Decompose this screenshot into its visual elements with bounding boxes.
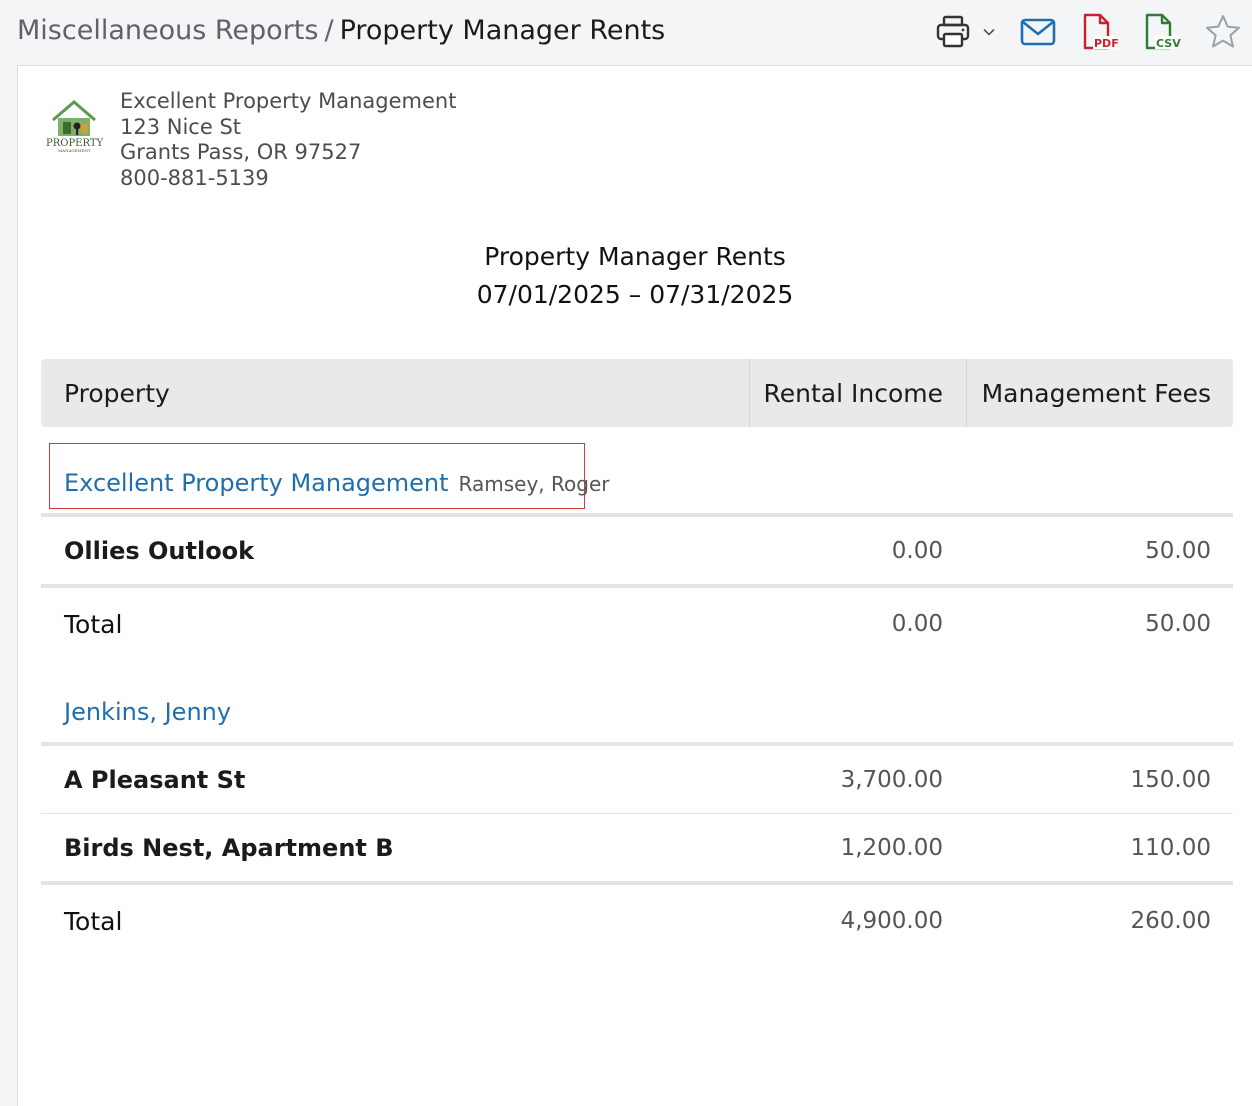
company-address-line1: 123 Nice St	[120, 114, 242, 139]
page-title: Property Manager Rents	[339, 15, 666, 46]
email-button[interactable]	[1020, 10, 1056, 54]
management-fees-value: 50.00	[1145, 537, 1211, 564]
star-icon	[1204, 13, 1242, 51]
csv-export-button[interactable]: CSV	[1142, 10, 1182, 54]
group-header: Excellent Property Management Ramsey, Rog…	[41, 427, 1233, 513]
total-management-fees: 260.00	[1130, 908, 1211, 934]
print-button[interactable]	[935, 10, 971, 54]
print-options-dropdown[interactable]	[982, 10, 996, 54]
rental-income-value: 3,700.00	[840, 766, 943, 793]
total-label: Total	[64, 906, 123, 936]
email-icon	[1020, 17, 1056, 47]
chevron-down-icon	[982, 25, 996, 39]
csv-icon-label: CSV	[1156, 37, 1181, 50]
column-header-property[interactable]: Property	[64, 359, 170, 427]
report-date-range: 07/01/2025 – 07/31/2025	[476, 280, 794, 309]
column-header-management-fees[interactable]: Management Fees	[966, 359, 1233, 427]
company-logo: PROPERTY MANAGEMENT	[43, 96, 105, 158]
total-management-fees: 50.00	[1145, 611, 1211, 637]
csv-icon: CSV	[1142, 12, 1182, 52]
property-name: Ollies Outlook	[64, 536, 255, 565]
group-total-row: Total 0.00 50.00	[41, 584, 1233, 660]
breadcrumb: Miscellaneous Reports / Property Manager R…	[17, 14, 665, 48]
table-row: A Pleasant St 3,700.00 150.00	[41, 742, 1233, 813]
report-panel: PROPERTY MANAGEMENT Excellent Property M…	[17, 65, 1252, 1106]
group-owner-link[interactable]: Excellent Property Management Ramsey, Rog…	[64, 469, 609, 497]
company-info: Excellent Property Management 123 Nice S…	[120, 89, 456, 191]
top-bar: Miscellaneous Reports / Property Manager R…	[0, 0, 1252, 64]
total-rental-income: 4,900.00	[840, 908, 943, 934]
company-phone: 800-881-5139	[120, 165, 269, 190]
report-heading: Property Manager Rents 07/01/2025 – 07/3…	[18, 238, 1252, 314]
group-total-row: Total 4,900.00 260.00	[41, 881, 1233, 957]
table-row: Birds Nest, Apartment B 1,200.00 110.00	[41, 813, 1233, 881]
group-owner-name[interactable]: Excellent Property Management	[64, 469, 449, 497]
breadcrumb-separator: /	[324, 15, 334, 46]
management-fees-value: 110.00	[1130, 834, 1211, 861]
breadcrumb-parent-link[interactable]: Miscellaneous Reports	[17, 15, 318, 46]
total-label: Total	[64, 609, 123, 639]
pdf-icon: PDF	[1080, 12, 1120, 52]
table-header: Property Rental Income Management Fees	[41, 359, 1233, 427]
group-manager-name: Ramsey, Roger	[458, 472, 610, 496]
company-address-line2: Grants Pass, OR 97527	[120, 140, 362, 164]
pdf-icon-label: PDF	[1094, 37, 1119, 50]
rental-income-value: 0.00	[891, 537, 943, 564]
printer-icon	[935, 14, 971, 50]
column-header-rental-income[interactable]: Rental Income	[749, 359, 965, 427]
total-rental-income: 0.00	[891, 611, 943, 637]
group-owner-link[interactable]: Jenkins, Jenny	[64, 698, 231, 726]
report-title: Property Manager Rents	[484, 242, 786, 271]
favorite-button[interactable]	[1204, 10, 1242, 54]
logo-subtext: MANAGEMENT	[58, 148, 91, 153]
pdf-export-button[interactable]: PDF	[1080, 10, 1120, 54]
group-header: Jenkins, Jenny	[41, 660, 1233, 742]
company-name: Excellent Property Management	[120, 89, 457, 113]
table-row: Ollies Outlook 0.00 50.00	[41, 513, 1233, 584]
group-owner-name[interactable]: Jenkins, Jenny	[64, 698, 231, 726]
rental-income-value: 1,200.00	[840, 834, 943, 861]
management-fees-value: 150.00	[1130, 766, 1211, 793]
property-name: Birds Nest, Apartment B	[64, 833, 394, 862]
property-name: A Pleasant St	[64, 765, 246, 794]
report-table: Property Rental Income Management Fees E…	[41, 359, 1233, 957]
